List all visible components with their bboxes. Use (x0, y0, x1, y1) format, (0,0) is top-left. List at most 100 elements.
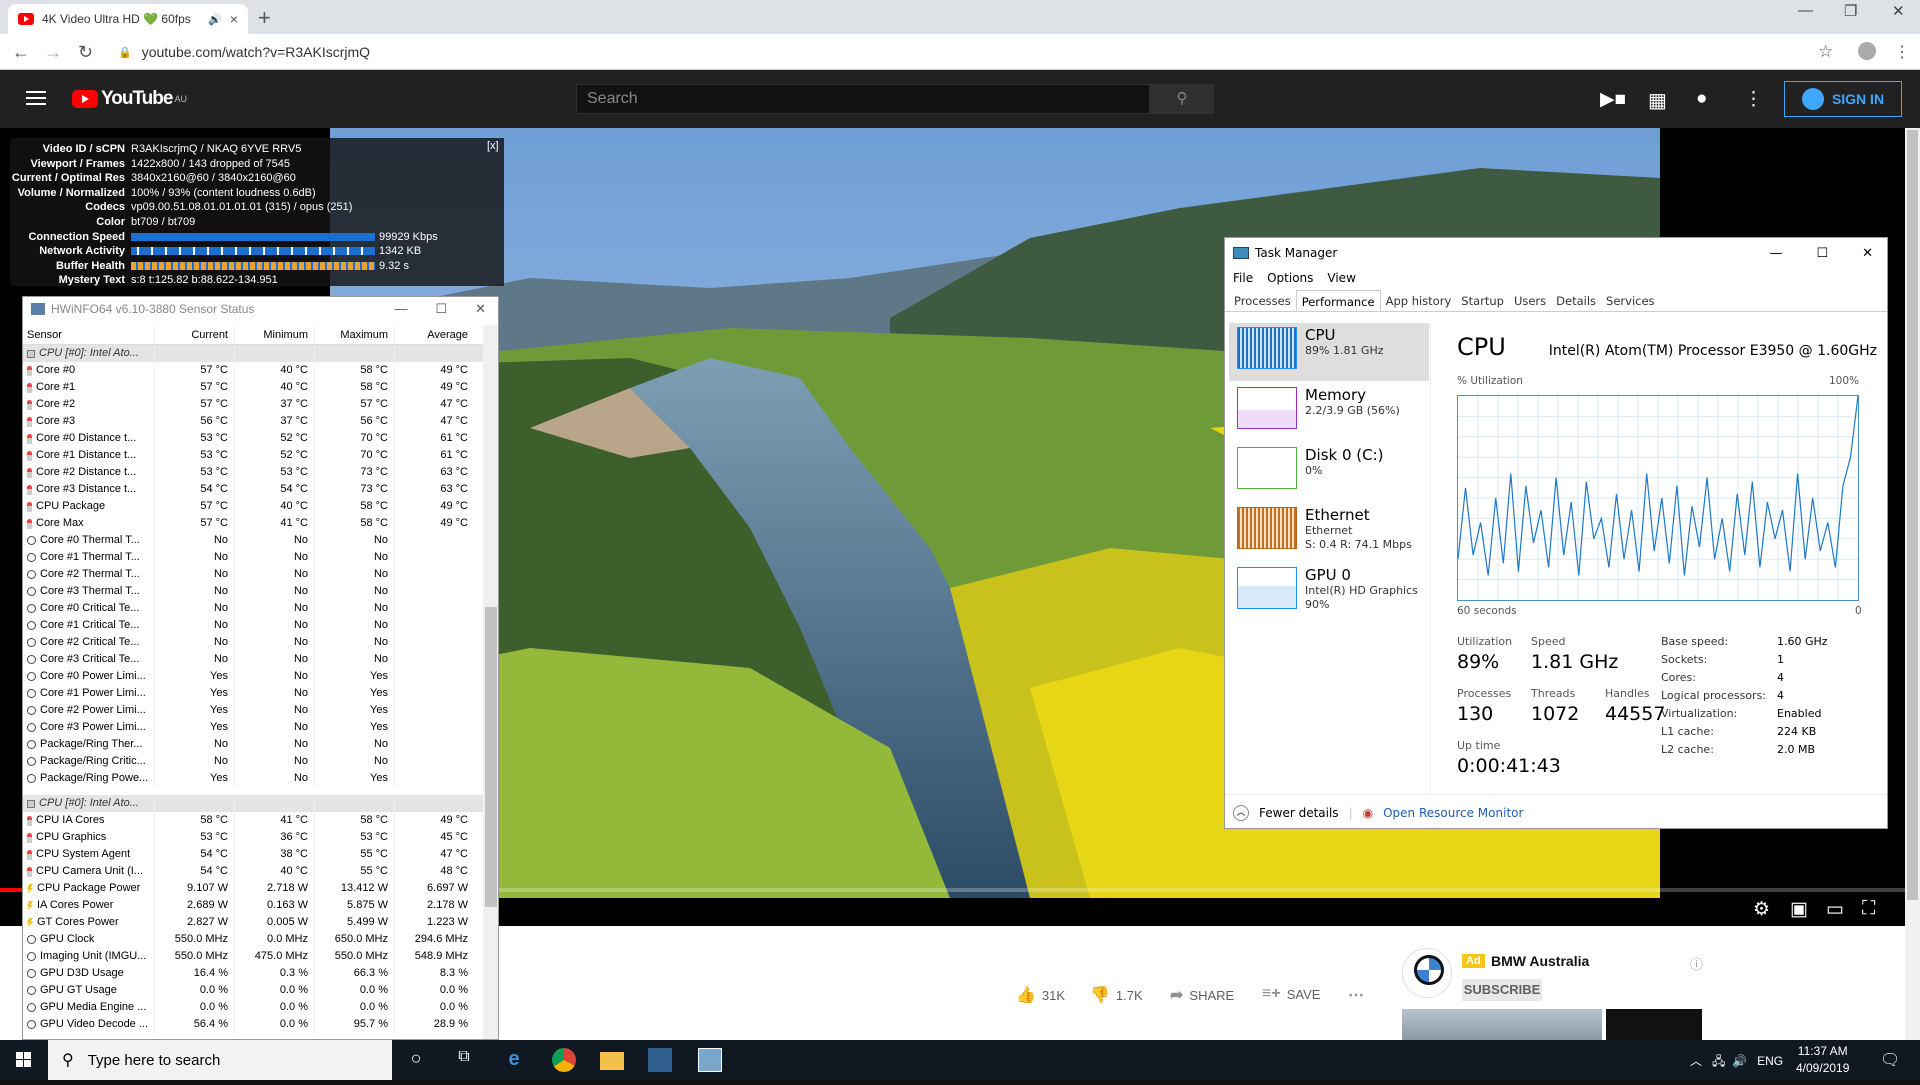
dislike-button[interactable]: 👎 1.7K (1090, 985, 1143, 1005)
sensor-row[interactable]: Core #3 Critical Te... No No No (23, 651, 485, 668)
taskbar-clock[interactable]: 11:37 AM 4/09/2019 (1796, 1043, 1849, 1077)
tab-processes[interactable]: Processes (1229, 290, 1296, 311)
sign-in-button[interactable]: SIGN IN (1784, 81, 1902, 117)
tm-minimize-button[interactable]: — (1769, 246, 1782, 261)
sensor-row[interactable]: Core #2 Critical Te... No No No (23, 634, 485, 651)
sensor-row[interactable]: Core #2 Distance t... 53 °C 53 °C 73 °C 63 °… (23, 464, 485, 481)
sensor-row[interactable]: Core #3 Thermal T... No No No (23, 583, 485, 600)
language-indicator[interactable]: ENG (1757, 1054, 1783, 1068)
tab-startup[interactable]: Startup (1456, 290, 1509, 311)
task-manager-taskbar-icon[interactable] (698, 1048, 722, 1072)
ad-thumbnail[interactable] (1402, 1009, 1602, 1040)
sensor-row[interactable]: CPU IA Cores 58 °C 41 °C 58 °C 49 °C (23, 812, 485, 829)
like-button[interactable]: 👍 31K (1016, 985, 1065, 1005)
bmw-logo[interactable] (1402, 948, 1452, 998)
column-header-current[interactable]: Current (154, 327, 234, 344)
sensor-row[interactable]: Core #1 Critical Te... No No No (23, 617, 485, 634)
apps-grid-icon[interactable]: ▦ (1648, 88, 1667, 113)
ad-thumbnail[interactable] (1606, 1009, 1702, 1040)
sensor-row[interactable]: Core #1 Distance t... 53 °C 52 °C 70 °C 61 °… (23, 447, 485, 464)
sensor-row[interactable]: Core #0 Distance t... 53 °C 52 °C 70 °C 61 °… (23, 430, 485, 447)
sensor-row[interactable]: IA Cores Power 2.689 W 0.163 W 5.875 W 2.178… (23, 897, 485, 914)
start-button[interactable] (0, 1040, 48, 1080)
share-button[interactable]: ➦ SHARE (1170, 985, 1234, 1005)
subscribe-button[interactable]: SUBSCRIBE (1462, 979, 1542, 1001)
window-close-button[interactable]: ✕ (1892, 2, 1905, 20)
sensor-row[interactable]: CPU System Agent 54 °C 38 °C 55 °C 47 °C (23, 846, 485, 863)
hwinfo-taskbar-icon[interactable] (648, 1048, 672, 1072)
column-header-minimum[interactable]: Minimum (234, 327, 314, 344)
page-scrollbar-thumb[interactable] (1907, 130, 1918, 900)
fewer-details-link[interactable]: Fewer details (1259, 806, 1339, 820)
sensor-row[interactable]: Imaging Unit (IMGU... 550.0 MHz 475.0 MHz 5… (23, 948, 485, 965)
stats-close-button[interactable]: [x] (487, 140, 499, 152)
theater-mode-icon[interactable]: ▭ (1826, 898, 1844, 921)
sensor-row[interactable]: CPU Package Power 9.107 W 2.718 W 13.412 W6… (23, 880, 485, 897)
sensor-row[interactable]: CPU Package 57 °C 40 °C 58 °C 49 °C (23, 498, 485, 515)
task-view-icon[interactable]: ⧉ (452, 1048, 476, 1072)
info-icon[interactable]: ⓘ (1690, 954, 1703, 973)
cortana-icon[interactable]: ○ (404, 1048, 428, 1072)
save-button[interactable]: ≡+ SAVE (1262, 985, 1320, 1003)
sensor-row[interactable]: CPU Camera Unit (I... 54 °C 40 °C 55 °C 48 °… (23, 863, 485, 880)
sensor-row[interactable]: Core #1 Power Limi... Yes No Yes (23, 685, 485, 702)
sensor-row[interactable]: GPU Media Engine ... 0.0 % 0.0 % 0.0 % 0.0 % (23, 999, 485, 1016)
sensor-row[interactable]: GPU D3D Usage 16.4 % 0.3 % 66.3 % 8.3 % (23, 965, 485, 982)
tab-performance[interactable]: Performance (1295, 290, 1381, 311)
speaker-icon[interactable]: 🔊 (208, 13, 222, 26)
sensor-row[interactable] (23, 787, 485, 795)
sensor-row[interactable]: Core #0 Thermal T... No No No (23, 532, 485, 549)
video-settings-icon[interactable]: ⚙ (1753, 898, 1770, 921)
edge-icon[interactable]: e (502, 1048, 526, 1072)
task-manager-titlebar[interactable]: Task Manager — ☐ ✕ (1225, 238, 1887, 268)
window-restore-button[interactable]: ❐ (1844, 2, 1857, 20)
column-header-average[interactable]: Average (394, 327, 474, 344)
sensor-row[interactable]: Core #3 Distance t... 54 °C 54 °C 73 °C 63 °… (23, 481, 485, 498)
forward-arrow-icon[interactable]: → (44, 42, 62, 63)
more-actions-icon[interactable]: ⋯ (1348, 985, 1364, 1005)
search-input[interactable]: Search (576, 84, 1150, 114)
resource-disk[interactable]: Disk 0 (C:) 0% (1229, 443, 1429, 501)
sensor-row[interactable]: GPU Video Decode ... 56.4 % 0.0 % 95.7 % 28.… (23, 1016, 485, 1033)
action-center-icon[interactable]: 🗨 (1880, 1050, 1900, 1070)
tab-users[interactable]: Users (1509, 290, 1551, 311)
bookmark-star-icon[interactable]: ☆ (1818, 42, 1833, 62)
new-tab-button[interactable]: + (258, 5, 271, 31)
sensor-row[interactable]: Core #0 Critical Te... No No No (23, 600, 485, 617)
hwinfo-minimize-button[interactable]: — (394, 301, 407, 317)
sensor-group-row[interactable]: CPU [#0]: Intel Ato... (23, 795, 485, 812)
menu-options[interactable]: Options (1267, 268, 1313, 288)
sensor-row[interactable]: CPU Graphics 53 °C 36 °C 53 °C 45 °C (23, 829, 485, 846)
sensor-row[interactable]: Core #0 Power Limi... Yes No Yes (23, 668, 485, 685)
show-hidden-icons-icon[interactable]: ︿ (1690, 1054, 1702, 1068)
column-header-maximum[interactable]: Maximum (314, 327, 394, 344)
chevron-up-icon[interactable]: ︿ (1233, 804, 1249, 821)
sensor-row[interactable]: Core #2 57 °C 37 °C 57 °C 47 °C (23, 396, 485, 413)
hwinfo-window[interactable]: HWiNFO64 v6.10-3880 Sensor Status — ☐ ✕ … (22, 296, 499, 1040)
volume-icon[interactable]: 🔊 (1732, 1054, 1747, 1068)
sensor-row[interactable]: Core #1 Thermal T... No No No (23, 549, 485, 566)
sensor-row[interactable]: Core Max 57 °C 41 °C 58 °C 49 °C (23, 515, 485, 532)
messages-icon[interactable]: ● (1696, 88, 1707, 110)
sensor-row[interactable]: Core #0 57 °C 40 °C 58 °C 49 °C (23, 362, 485, 379)
resource-cpu[interactable]: CPU 89% 1.81 GHz (1229, 323, 1429, 381)
sensor-row[interactable]: Package/Ring Critic... No No No (23, 753, 485, 770)
window-minimize-button[interactable]: — (1798, 2, 1813, 19)
menu-file[interactable]: File (1233, 268, 1253, 288)
network-icon[interactable]: 🖧 (1712, 1054, 1725, 1068)
sensor-row[interactable]: Package/Ring Powe... Yes No Yes (23, 770, 485, 787)
browser-menu-icon[interactable]: ⋮ (1894, 42, 1910, 62)
profile-avatar-icon[interactable] (1858, 42, 1876, 60)
sensor-row[interactable]: Package/Ring Ther... No No No (23, 736, 485, 753)
youtube-logo[interactable]: YouTube AU (72, 88, 187, 110)
sensor-row[interactable]: Core #3 56 °C 37 °C 56 °C 47 °C (23, 413, 485, 430)
tab-services[interactable]: Services (1601, 290, 1660, 311)
url-field[interactable]: 🔒 youtube.com/watch?v=R3AKIscrjmQ (112, 41, 1822, 63)
sensor-group-row[interactable]: CPU [#0]: Intel Ato... (23, 345, 485, 362)
ad-channel-name[interactable]: BMW Australia (1491, 953, 1589, 969)
reload-icon[interactable]: ↻ (78, 42, 93, 63)
hwinfo-close-button[interactable]: ✕ (475, 301, 486, 317)
hwinfo-scrollbar-thumb[interactable] (485, 607, 497, 907)
fullscreen-icon[interactable]: ⛶ (1862, 898, 1875, 920)
back-arrow-icon[interactable]: ← (12, 42, 30, 63)
